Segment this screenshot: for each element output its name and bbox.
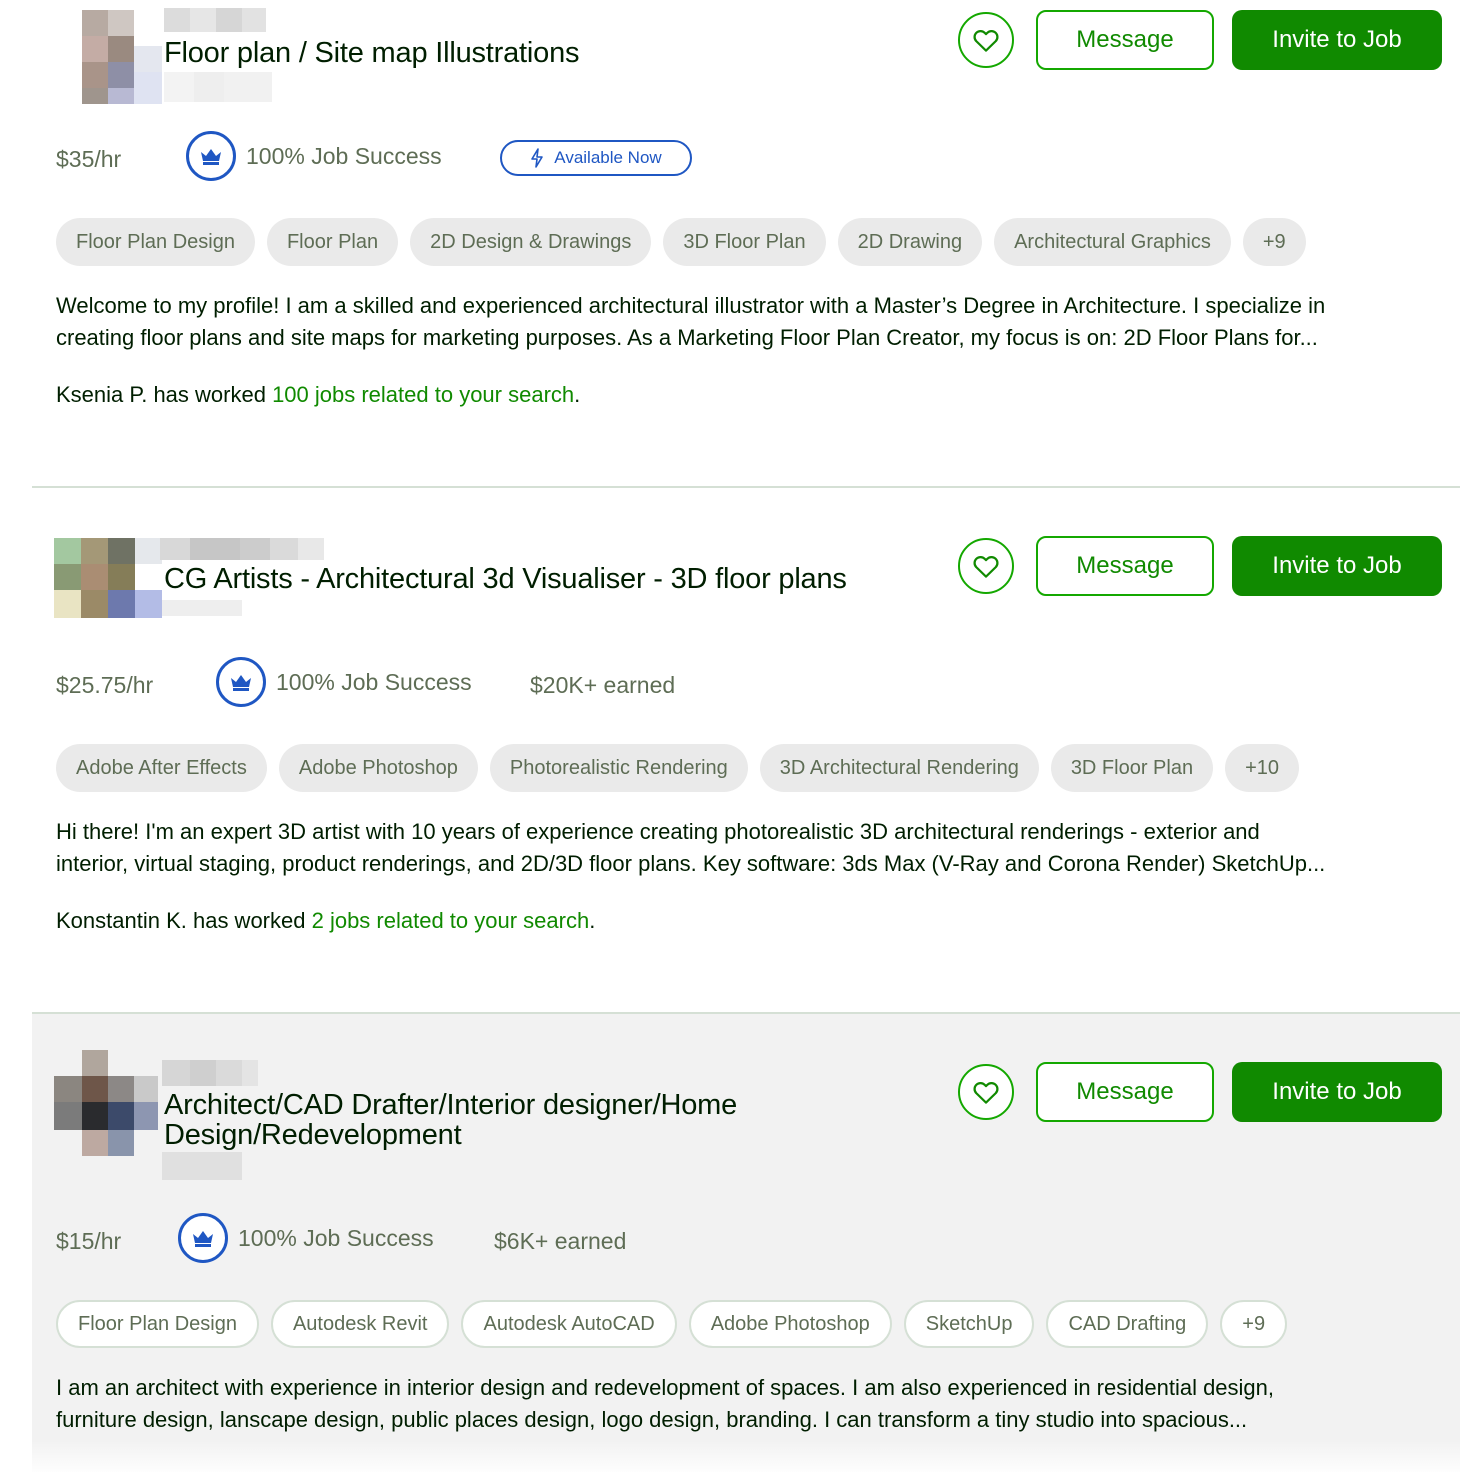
hourly-rate: $25.75/hr [56, 672, 154, 698]
top-rated-crown-icon [186, 131, 236, 181]
skill-tag[interactable]: 2D Drawing [837, 218, 983, 266]
profile-title-line: Architect/CAD Drafter/Interior designer/… [164, 1089, 738, 1121]
skill-tag[interactable]: Adobe After Effects [56, 744, 267, 792]
hourly-rate: $35/hr [56, 146, 122, 172]
heart-icon [973, 1082, 999, 1104]
worked-suffix: . [589, 908, 596, 933]
profile-title[interactable]: Floor plan / Site map Illustrations [164, 38, 580, 68]
description-line: creating floor plans and site maps for m… [56, 325, 1318, 350]
profile-title[interactable]: Architect/CAD Drafter/Interior designer/… [164, 1090, 737, 1150]
top-rated-crown-icon [178, 1213, 228, 1263]
invite-to-job-button[interactable]: Invite to Job [1232, 10, 1442, 70]
profile-title[interactable]: CG Artists - Architectural 3d Visualiser… [164, 564, 847, 594]
skill-tag[interactable]: Adobe Photoshop [278, 744, 478, 792]
total-earned: $6K+ earned [494, 1228, 627, 1254]
availability-label: Available Now [554, 148, 662, 167]
description-line: Welcome to my profile! I am a skilled an… [56, 293, 1326, 318]
skill-tag[interactable]: Architectural Graphics [994, 218, 1231, 266]
related-jobs-link[interactable]: 2 jobs related to your search [312, 908, 590, 933]
description-line: Hi there! I'm an expert 3D artist with 1… [56, 819, 1260, 844]
more-skills-tag[interactable]: +9 [1220, 1300, 1288, 1348]
heart-icon [973, 556, 999, 578]
worked-prefix: Ksenia P. has worked [56, 382, 273, 407]
skill-tag[interactable]: Autodesk AutoCAD [461, 1300, 677, 1348]
avatar[interactable] [54, 538, 162, 632]
top-rated-crown-icon [216, 657, 266, 707]
profile-description: Welcome to my profile! I am a skilled an… [56, 290, 1446, 354]
location-blurred [162, 1152, 242, 1180]
profile-title-line: Design/Redevelopment [164, 1119, 462, 1151]
save-favorite-button[interactable] [958, 1064, 1014, 1120]
job-success-score: 100% Job Success [238, 1225, 434, 1251]
freelancer-card[interactable]: Architect/CAD Drafter/Interior designer/… [32, 1014, 1460, 1472]
invite-to-job-button[interactable]: Invite to Job [1232, 536, 1442, 596]
location-blurred [164, 72, 272, 102]
message-button[interactable]: Message [1036, 1062, 1214, 1122]
job-success-score: 100% Job Success [276, 669, 472, 695]
scroll-fade-overlay [0, 1440, 1460, 1472]
job-success-score: 100% Job Success [246, 143, 442, 169]
freelancer-card[interactable]: CG Artists - Architectural 3d Visualiser… [32, 488, 1460, 1012]
invite-to-job-button[interactable]: Invite to Job [1232, 1062, 1442, 1122]
save-favorite-button[interactable] [958, 538, 1014, 594]
profile-description: Hi there! I'm an expert 3D artist with 1… [56, 816, 1446, 880]
avatar[interactable] [54, 1050, 162, 1156]
message-button[interactable]: Message [1036, 10, 1214, 70]
name-blurred [164, 8, 266, 32]
available-now-badge[interactable]: Available Now [500, 140, 692, 176]
skill-tag[interactable]: 3D Architectural Rendering [759, 744, 1039, 792]
more-skills-tag[interactable]: +9 [1242, 218, 1306, 266]
related-jobs-text: Konstantin K. has worked 2 jobs related … [56, 908, 595, 934]
worked-prefix: Konstantin K. has worked [56, 908, 312, 933]
skill-tag[interactable]: Floor Plan [266, 218, 399, 266]
skill-tag[interactable]: 2D Design & Drawings [410, 218, 652, 266]
worked-suffix: . [574, 382, 581, 407]
skill-tag[interactable]: CAD Drafting [1046, 1300, 1209, 1348]
skill-tag[interactable]: 3D Floor Plan [1050, 744, 1214, 792]
name-blurred [160, 538, 324, 560]
related-jobs-link[interactable]: 100 jobs related to your search [272, 382, 574, 407]
location-blurred [162, 600, 242, 616]
description-line: interior, virtual staging, product rende… [56, 851, 1326, 876]
skill-tag[interactable]: Adobe Photoshop [688, 1300, 892, 1348]
total-earned: $20K+ earned [530, 672, 676, 698]
save-favorite-button[interactable] [958, 12, 1014, 68]
skill-tag[interactable]: 3D Floor Plan [663, 218, 826, 266]
skills-list: Floor Plan Design Floor Plan 2D Design &… [56, 218, 1306, 266]
skills-list: Adobe After Effects Adobe Photoshop Phot… [56, 744, 1300, 792]
profile-description: I am an architect with experience in int… [56, 1372, 1446, 1436]
description-line: furniture design, lanscape design, publi… [56, 1407, 1248, 1432]
description-line: I am an architect with experience in int… [56, 1375, 1275, 1400]
hourly-rate: $15/hr [56, 1228, 122, 1254]
skill-tag[interactable]: Floor Plan Design [56, 218, 255, 266]
freelancer-card[interactable]: Floor plan / Site map Illustrations Mess… [32, 0, 1460, 486]
lightning-icon [531, 148, 544, 168]
skill-tag[interactable]: Floor Plan Design [56, 1300, 259, 1348]
skill-tag[interactable]: Photorealistic Rendering [489, 744, 748, 792]
skill-tag[interactable]: Autodesk Revit [270, 1300, 450, 1348]
message-button[interactable]: Message [1036, 536, 1214, 596]
avatar[interactable] [54, 10, 162, 104]
heart-icon [973, 30, 999, 52]
name-blurred [162, 1060, 258, 1086]
skills-list: Floor Plan Design Autodesk Revit Autodes… [56, 1300, 1288, 1348]
more-skills-tag[interactable]: +10 [1225, 744, 1300, 792]
skill-tag[interactable]: SketchUp [903, 1300, 1035, 1348]
related-jobs-text: Ksenia P. has worked 100 jobs related to… [56, 382, 580, 408]
